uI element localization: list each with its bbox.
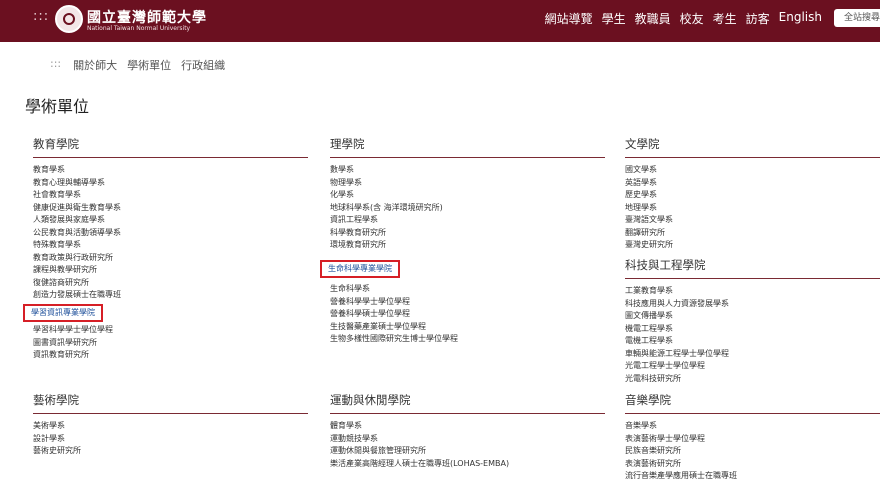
dept-link[interactable]: 教育政策與行政研究所 bbox=[33, 252, 308, 265]
nav-sitemap[interactable]: 網站導覽 bbox=[545, 10, 593, 27]
breadcrumb-academic[interactable]: 學術單位 bbox=[127, 57, 171, 73]
dept-link[interactable]: 工業教育學系 bbox=[625, 285, 880, 298]
dept-link[interactable]: 健康促進與衛生教育學系 bbox=[33, 202, 308, 215]
dept-link[interactable]: 教育學系 bbox=[33, 164, 308, 177]
college-title[interactable]: 藝術學院 bbox=[33, 392, 308, 414]
college-title[interactable]: 科技與工程學院 bbox=[625, 257, 880, 279]
dept-link[interactable]: 臺灣語文學系 bbox=[625, 214, 880, 227]
dept-link[interactable]: 音樂學系 bbox=[625, 420, 880, 433]
college-title[interactable]: 音樂學院 bbox=[625, 392, 880, 414]
dept-link[interactable]: 機電工程學系 bbox=[625, 323, 880, 336]
dept-link[interactable]: 營養科學學士學位學程 bbox=[330, 296, 605, 309]
dept-link[interactable]: 體育學系 bbox=[330, 420, 605, 433]
dept-link[interactable]: 科技應用與人力資源發展學系 bbox=[625, 298, 880, 311]
dept-link[interactable]: 環境教育研究所 bbox=[330, 239, 605, 252]
dept-link[interactable]: 科學教育研究所 bbox=[330, 227, 605, 240]
dept-link[interactable]: 表演藝術學士學位學程 bbox=[625, 433, 880, 446]
highlighted-school-link[interactable]: 生命科學專業學院 bbox=[320, 259, 400, 278]
nav-staff[interactable]: 教職員 bbox=[635, 10, 671, 27]
dept-link[interactable]: 生物多樣性國際研究生博士學位學程 bbox=[330, 333, 605, 346]
top-nav: 網站導覽 學生 教職員 校友 考生 訪客 English bbox=[545, 10, 822, 27]
college-music: 音樂學院 音樂學系 表演藝術學士學位學程 民族音樂研究所 表演藝術研究所 流行音… bbox=[625, 392, 880, 483]
college-education: 教育學院 教育學系 教育心理與輔導學系 社會教育學系 健康促進與衛生教育學系 人… bbox=[23, 136, 308, 362]
dept-link[interactable]: 物理學系 bbox=[330, 177, 605, 190]
dept-link[interactable]: 設計學系 bbox=[33, 433, 308, 446]
dept-link[interactable]: 民族音樂研究所 bbox=[625, 445, 880, 458]
breadcrumb-about[interactable]: 關於師大 bbox=[73, 57, 117, 73]
nav-visitors[interactable]: 訪客 bbox=[746, 10, 770, 27]
dept-link[interactable]: 資訊工程學系 bbox=[330, 214, 605, 227]
menu-icon[interactable]: ::: bbox=[33, 9, 49, 24]
site-search-button[interactable]: 全站搜尋 bbox=[834, 9, 880, 27]
dept-link[interactable]: 創造力發展碩士在職專班 bbox=[33, 289, 308, 302]
dept-link[interactable]: 圖書資訊學研究所 bbox=[33, 337, 308, 350]
university-seal-icon[interactable] bbox=[55, 5, 83, 33]
dept-link[interactable]: 光電工程學士學位學程 bbox=[625, 360, 880, 373]
nav-students[interactable]: 學生 bbox=[602, 10, 626, 27]
brand-name-zh[interactable]: 國立臺灣師範大學 bbox=[87, 7, 207, 27]
dept-link[interactable]: 教育心理與輔導學系 bbox=[33, 177, 308, 190]
dept-link[interactable]: 藝術史研究所 bbox=[33, 445, 308, 458]
dept-link[interactable]: 營養科學碩士學位學程 bbox=[330, 308, 605, 321]
dept-link[interactable]: 樂活產業高階經理人碩士在職專班(LOHAS-EMBA) bbox=[330, 458, 605, 471]
college-title[interactable]: 文學院 bbox=[625, 136, 880, 158]
college-title[interactable]: 理學院 bbox=[330, 136, 605, 158]
dept-link[interactable]: 地理學系 bbox=[625, 202, 880, 215]
dept-link[interactable]: 數學系 bbox=[330, 164, 605, 177]
dept-link[interactable]: 資訊教育研究所 bbox=[33, 349, 308, 362]
nav-alumni[interactable]: 校友 bbox=[680, 10, 704, 27]
dept-link[interactable]: 電機工程學系 bbox=[625, 335, 880, 348]
breadcrumb-dots-icon: ::: bbox=[50, 57, 62, 70]
dept-link[interactable]: 歷史學系 bbox=[625, 189, 880, 202]
dept-link[interactable]: 課程與教學研究所 bbox=[33, 264, 308, 277]
dept-link[interactable]: 生技醫藥產業碩士學位學程 bbox=[330, 321, 605, 334]
dept-link[interactable]: 學習科學學士學位學程 bbox=[33, 324, 308, 337]
dept-link[interactable]: 地球科學系(含 海洋環境研究所) bbox=[330, 202, 605, 215]
dept-link[interactable]: 流行音樂產學應用碩士在職專班 bbox=[625, 470, 880, 483]
dept-link[interactable]: 運動競技學系 bbox=[330, 433, 605, 446]
dept-link[interactable]: 運動休閒與餐旅管理研究所 bbox=[330, 445, 605, 458]
highlighted-school-link[interactable]: 學習資訊專業學院 bbox=[23, 303, 103, 322]
college-title[interactable]: 教育學院 bbox=[33, 136, 308, 158]
dept-link[interactable]: 翻譯研究所 bbox=[625, 227, 880, 240]
dept-link[interactable]: 特殊教育學系 bbox=[33, 239, 308, 252]
dept-link[interactable]: 國文學系 bbox=[625, 164, 880, 177]
breadcrumb: ::: 關於師大 學術單位 行政組織 bbox=[50, 57, 225, 73]
dept-link[interactable]: 英語學系 bbox=[625, 177, 880, 190]
breadcrumb-admin[interactable]: 行政組織 bbox=[181, 57, 225, 73]
dept-link[interactable]: 美術學系 bbox=[33, 420, 308, 433]
dept-link[interactable]: 生命科學系 bbox=[330, 283, 605, 296]
dept-link[interactable]: 社會教育學系 bbox=[33, 189, 308, 202]
top-bar: ::: 國立臺灣師範大學 National Taiwan Normal Univ… bbox=[0, 0, 880, 42]
dept-link[interactable]: 光電科技研究所 bbox=[625, 373, 880, 386]
dept-link[interactable]: 圖文傳播學系 bbox=[625, 310, 880, 323]
nav-applicants[interactable]: 考生 bbox=[713, 10, 737, 27]
college-arts: 藝術學院 美術學系 設計學系 藝術史研究所 bbox=[33, 392, 308, 458]
dept-link[interactable]: 表演藝術研究所 bbox=[625, 458, 880, 471]
college-liberal-arts: 文學院 國文學系 英語學系 歷史學系 地理學系 臺灣語文學系 翻譯研究所 臺灣史… bbox=[625, 136, 880, 252]
dept-link[interactable]: 公民教育與活動領導學系 bbox=[33, 227, 308, 240]
dept-link[interactable]: 復健諮商研究所 bbox=[33, 277, 308, 290]
brand-name-en[interactable]: National Taiwan Normal University bbox=[87, 25, 190, 32]
dept-link[interactable]: 車輛與能源工程學士學位學程 bbox=[625, 348, 880, 361]
dept-link[interactable]: 臺灣史研究所 bbox=[625, 239, 880, 252]
college-sports-recreation: 運動與休閒學院 體育學系 運動競技學系 運動休閒與餐旅管理研究所 樂活產業高階經… bbox=[330, 392, 605, 470]
college-science: 理學院 數學系 物理學系 化學系 地球科學系(含 海洋環境研究所) 資訊工程學系… bbox=[320, 136, 605, 346]
college-title[interactable]: 運動與休閒學院 bbox=[330, 392, 605, 414]
college-technology-engineering: 科技與工程學院 工業教育學系 科技應用與人力資源發展學系 圖文傳播學系 機電工程… bbox=[625, 257, 880, 385]
dept-link[interactable]: 化學系 bbox=[330, 189, 605, 202]
nav-english[interactable]: English bbox=[779, 10, 822, 27]
page-title: 學術單位 bbox=[25, 97, 90, 116]
dept-link[interactable]: 人類發展與家庭學系 bbox=[33, 214, 308, 227]
